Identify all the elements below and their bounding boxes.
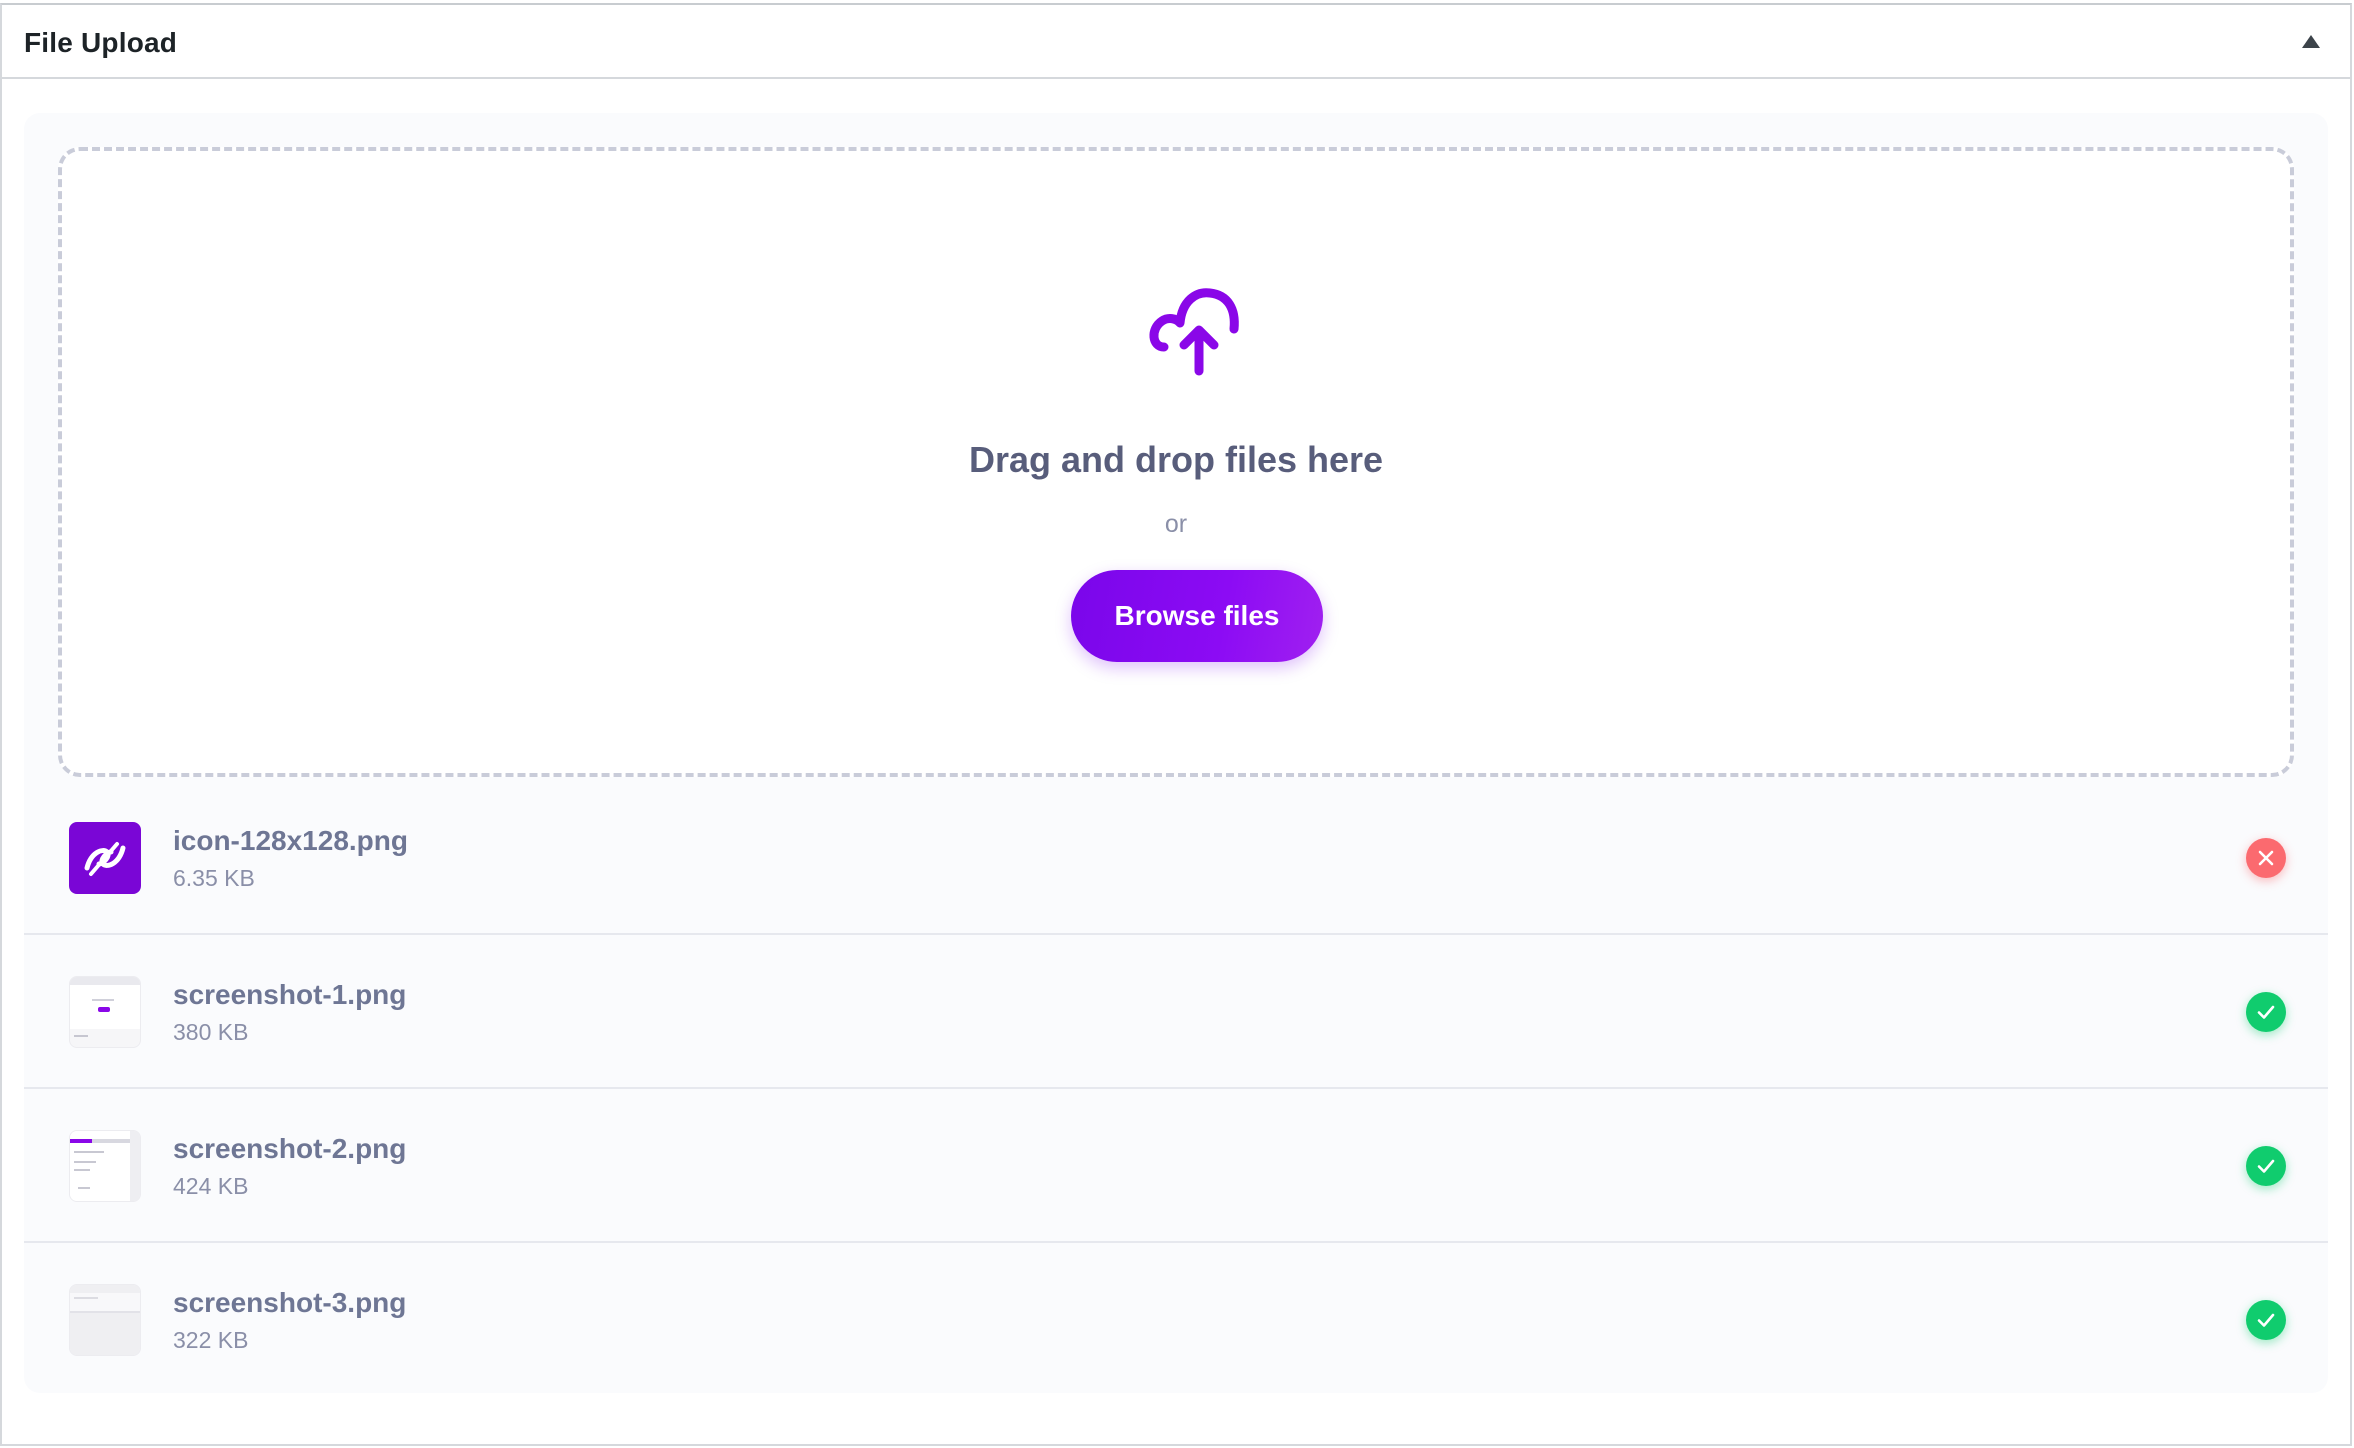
file-size: 6.35 KB bbox=[173, 865, 255, 891]
file-upload-panel: File Upload Drag and drop files here or … bbox=[0, 3, 2352, 1446]
file-thumbnail bbox=[69, 822, 141, 894]
file-row: screenshot-2.png 424 KB bbox=[24, 1089, 2328, 1243]
dropzone-title: Drag and drop files here bbox=[968, 439, 1384, 480]
remove-file-button[interactable] bbox=[2246, 838, 2286, 878]
screenshot-thumbnail-icon bbox=[70, 1285, 140, 1355]
triangle-up-icon bbox=[2302, 35, 2320, 48]
close-icon bbox=[2258, 850, 2274, 866]
file-name: screenshot-1.png bbox=[173, 979, 407, 1010]
cloud-upload-icon bbox=[1149, 288, 1239, 376]
file-row: screenshot-3.png 322 KB bbox=[24, 1243, 2328, 1397]
file-row: screenshot-1.png 380 KB bbox=[24, 935, 2328, 1089]
file-list: icon-128x128.png 6.35 KB screenshot-1.pn… bbox=[24, 781, 2328, 1397]
upload-success-badge bbox=[2246, 992, 2286, 1032]
collapse-toggle-button[interactable] bbox=[2296, 29, 2326, 55]
panel-header: File Upload bbox=[2, 5, 2350, 79]
file-thumbnail bbox=[69, 1284, 141, 1356]
checkmark-icon bbox=[2257, 1313, 2275, 1327]
screenshot-thumbnail-icon bbox=[70, 1131, 140, 1201]
file-size: 322 KB bbox=[173, 1327, 249, 1353]
file-row: icon-128x128.png 6.35 KB bbox=[24, 781, 2328, 935]
uploader-area: Drag and drop files here or Browse files… bbox=[24, 113, 2328, 1393]
file-size: 380 KB bbox=[173, 1019, 249, 1045]
file-thumbnail bbox=[69, 1130, 141, 1202]
app-logo-icon bbox=[84, 842, 126, 876]
upload-success-badge bbox=[2246, 1300, 2286, 1340]
file-name: screenshot-3.png bbox=[173, 1287, 407, 1318]
dropzone-or-text: or bbox=[1164, 510, 1188, 538]
checkmark-icon bbox=[2257, 1159, 2275, 1173]
screenshot-thumbnail-icon bbox=[70, 977, 140, 1037]
file-size: 424 KB bbox=[173, 1173, 249, 1199]
checkmark-icon bbox=[2257, 1005, 2275, 1019]
browse-files-button[interactable]: Browse files bbox=[1071, 570, 1323, 662]
dropzone[interactable]: Drag and drop files here or Browse files bbox=[58, 147, 2294, 777]
file-name: icon-128x128.png bbox=[173, 825, 408, 856]
file-thumbnail bbox=[69, 976, 141, 1048]
upload-success-badge bbox=[2246, 1146, 2286, 1186]
panel-title: File Upload bbox=[24, 27, 178, 58]
file-name: screenshot-2.png bbox=[173, 1133, 407, 1164]
